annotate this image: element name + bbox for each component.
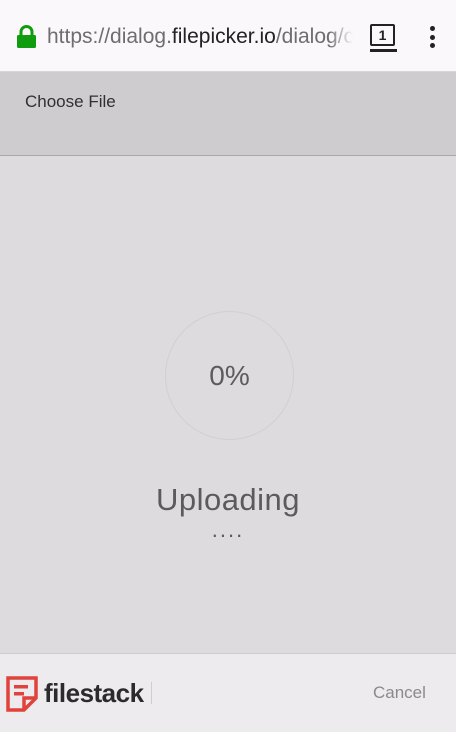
upload-status: Uploading bbox=[155, 482, 301, 517]
progress-percent: 0% bbox=[209, 359, 250, 391]
cancel-button[interactable]: Cancel bbox=[373, 683, 426, 703]
dialog-footer: filestack Cancel bbox=[0, 653, 456, 732]
more-vert-icon[interactable] bbox=[427, 26, 439, 48]
url-suffix: /dialog/c bbox=[275, 25, 353, 48]
loading-dots: .... bbox=[211, 517, 245, 542]
lock-icon bbox=[17, 25, 36, 48]
dialog-title: Choose File bbox=[25, 92, 116, 111]
upload-panel: 0% Uploading .... bbox=[0, 156, 456, 653]
tab-switcher-button[interactable]: 1 bbox=[370, 24, 397, 52]
dialog-header: Choose File bbox=[0, 72, 456, 156]
filestack-logo-icon bbox=[6, 676, 38, 712]
tab-count: 1 bbox=[370, 24, 395, 46]
progress-ring: 0% bbox=[165, 311, 294, 440]
url-prefix: https://dialog. bbox=[47, 25, 172, 48]
footer-divider bbox=[151, 682, 152, 704]
url-host: filepicker.io bbox=[171, 25, 276, 48]
browser-url-bar: https://dialog.filepicker.io/dialog/c 1 bbox=[0, 0, 456, 72]
tab-underline bbox=[370, 49, 397, 52]
brand-name: filestack bbox=[44, 678, 144, 708]
url-field[interactable]: https://dialog.filepicker.io/dialog/c bbox=[47, 24, 353, 50]
